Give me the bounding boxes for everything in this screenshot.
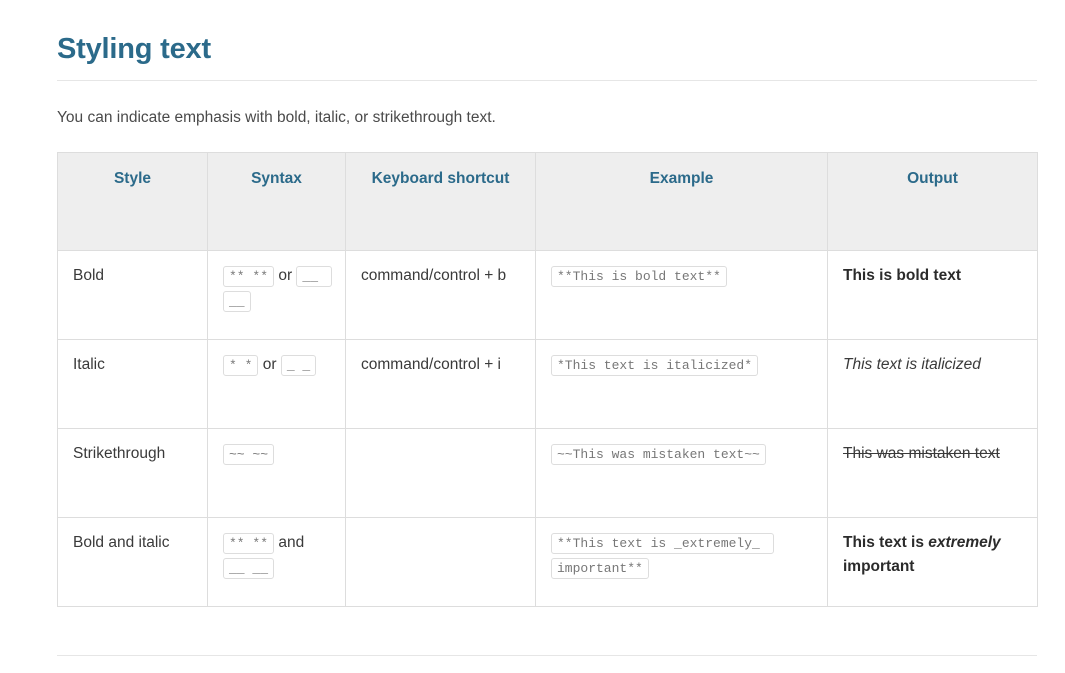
table-header: Style Syntax Keyboard shortcut Example O… <box>57 152 1038 251</box>
code-chip: *This text is italicized* <box>551 355 759 376</box>
cell-keyboard-shortcut <box>345 517 536 607</box>
code-chip: ~~ ~~ <box>223 444 275 465</box>
cell-output: This text is extremely important <box>827 517 1038 607</box>
column-header-example: Example <box>535 152 828 251</box>
code-chip: ** ** <box>223 533 275 554</box>
code-chip: **This text is _extremely_ important** <box>551 533 774 579</box>
cell-output: This is bold text <box>827 250 1038 340</box>
column-header-syntax: Syntax <box>207 152 346 251</box>
page-title: Styling text <box>57 32 1037 81</box>
output-segment: This text is <box>843 534 929 551</box>
styling-text-table: Style Syntax Keyboard shortcut Example O… <box>57 152 1038 607</box>
column-header-keyboard-shortcut: Keyboard shortcut <box>345 152 536 251</box>
output-segment: This is bold text <box>843 267 961 284</box>
output-segment: extremely <box>928 534 1001 551</box>
syntax-joiner: and <box>274 534 305 551</box>
table-body: Bold ** ** or __ __ command/control + b … <box>57 250 1038 607</box>
table-row: Bold ** ** or __ __ command/control + b … <box>57 250 1038 340</box>
page-root: Styling text You can indicate emphasis w… <box>0 0 1065 673</box>
cell-syntax: ~~ ~~ <box>207 428 346 518</box>
code-chip: _ _ <box>280 355 317 376</box>
code-chip: __ __ <box>223 558 275 579</box>
cell-output: This text is italicized <box>827 339 1038 429</box>
cell-style: Italic <box>57 339 208 429</box>
cell-example: **This is bold text** <box>535 250 828 340</box>
cell-style: Bold and italic <box>57 517 208 607</box>
syntax-joiner: or <box>258 356 281 373</box>
table-row: Bold and italic ** ** and __ __ **This t… <box>57 517 1038 607</box>
cell-keyboard-shortcut <box>345 428 536 518</box>
table-header-row: Style Syntax Keyboard shortcut Example O… <box>57 152 1038 251</box>
column-header-style: Style <box>57 152 208 251</box>
output-segment: This was mistaken text <box>843 445 1000 462</box>
cell-style: Bold <box>57 250 208 340</box>
table-row: Italic * * or _ _ command/control + i *T… <box>57 339 1038 429</box>
syntax-joiner: or <box>274 267 297 284</box>
code-chip: ** ** <box>223 266 275 287</box>
code-chip: **This is bold text** <box>551 266 727 287</box>
cell-output: This was mistaken text <box>827 428 1038 518</box>
intro-paragraph: You can indicate emphasis with bold, ita… <box>57 109 496 126</box>
content-container: Styling text You can indicate emphasis w… <box>57 0 1038 607</box>
column-header-output: Output <box>827 152 1038 251</box>
cell-keyboard-shortcut: command/control + i <box>345 339 536 429</box>
cell-keyboard-shortcut: command/control + b <box>345 250 536 340</box>
cell-syntax: ** ** or __ __ <box>207 250 346 340</box>
cell-example: *This text is italicized* <box>535 339 828 429</box>
output-segment: important <box>843 558 915 575</box>
cell-syntax: * * or _ _ <box>207 339 346 429</box>
output-segment: This text is italicized <box>843 356 981 373</box>
cell-style: Strikethrough <box>57 428 208 518</box>
cell-example: **This text is _extremely_ important** <box>535 517 828 607</box>
bottom-divider <box>57 655 1037 656</box>
code-chip: * * <box>223 355 259 376</box>
cell-example: ~~This was mistaken text~~ <box>535 428 828 518</box>
code-chip: ~~This was mistaken text~~ <box>551 444 766 465</box>
table-row: Strikethrough ~~ ~~ ~~This was mistaken … <box>57 428 1038 518</box>
cell-syntax: ** ** and __ __ <box>207 517 346 607</box>
